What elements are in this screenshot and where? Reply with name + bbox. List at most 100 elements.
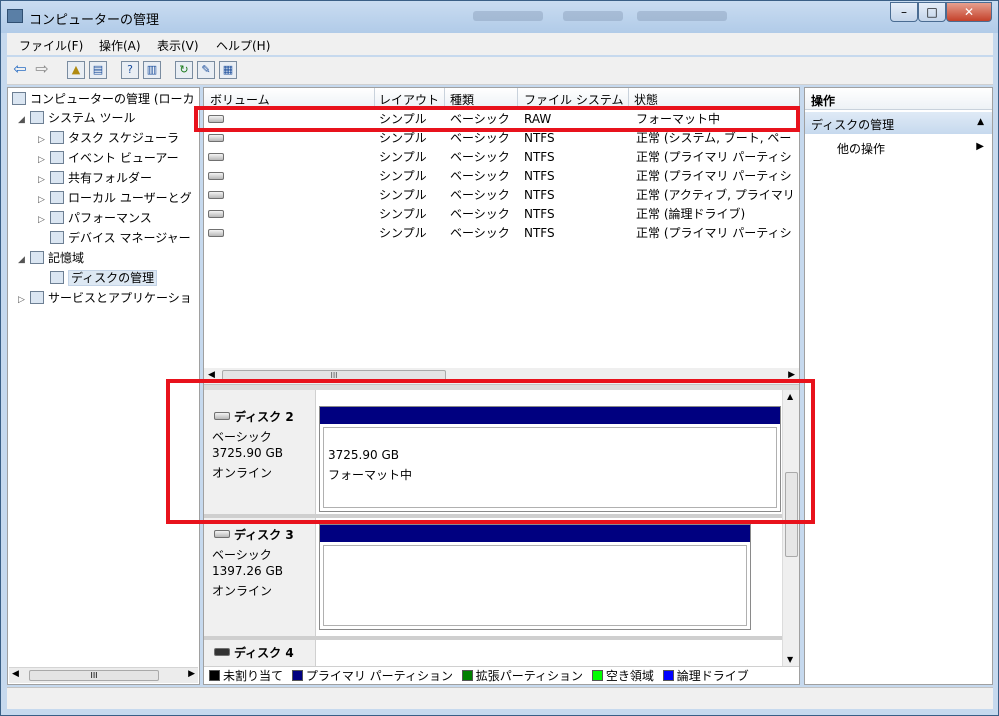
actions-section-disk-management[interactable]: ディスクの管理 ▲	[805, 112, 992, 134]
shared-folder-icon	[50, 171, 64, 184]
tree-item-storage[interactable]: ◢ 記憶域	[18, 249, 84, 267]
actions-pane: 操作 ディスクの管理 ▲ 他の操作 ▶	[804, 87, 993, 685]
scroll-left-icon[interactable]: ◀	[12, 669, 19, 679]
volume-file-system: NTFS	[524, 226, 555, 240]
services-icon	[30, 291, 44, 304]
status-bar	[7, 687, 993, 709]
blurred-title-text	[563, 11, 623, 21]
submenu-arrow-icon[interactable]: ▶	[976, 141, 984, 152]
menu-action[interactable]: 操作(A)	[99, 37, 141, 54]
scroll-right-icon[interactable]: ▶	[188, 669, 195, 679]
volume-file-system: NTFS	[524, 188, 555, 202]
disk-status: オンライン	[212, 584, 273, 598]
tree-item-performance[interactable]: ▷ パフォーマンス	[38, 209, 152, 227]
scroll-down-icon[interactable]: ▼	[787, 655, 793, 664]
expand-arrow-icon[interactable]: ▷	[38, 211, 50, 229]
up-folder-icon[interactable]: ▲	[67, 61, 85, 79]
refresh-icon[interactable]: ↻	[175, 61, 193, 79]
close-button[interactable]: ✕	[946, 2, 992, 22]
volume-status: 正常 (プライマリ パーティシ	[636, 150, 792, 164]
event-viewer-icon	[50, 151, 64, 164]
disk-management-icon	[50, 271, 64, 284]
legend-label: 拡張パーティション	[475, 669, 584, 683]
maximize-button[interactable]: □	[918, 2, 946, 22]
collapse-up-icon[interactable]: ▲	[977, 117, 984, 127]
tree-horizontal-scrollbar[interactable]: ◀ III ▶	[9, 667, 198, 683]
extended-partition-swatch	[461, 670, 473, 681]
disk-3-partition[interactable]	[319, 524, 751, 630]
volume-row[interactable]: シンプル ベーシック NTFS 正常 (プライマリ パーティシ	[204, 148, 799, 167]
partition-legend: 未割り当て プライマリ パーティション 拡張パーティション 空き領域 論理ドライ…	[204, 666, 799, 684]
volume-row[interactable]: シンプル ベーシック NTFS 正常 (プライマリ パーティシ	[204, 224, 799, 243]
more-actions-item[interactable]: 他の操作	[837, 140, 885, 157]
tree-item-disk-management[interactable]: ディスクの管理	[50, 269, 158, 287]
title-bar[interactable]: コンピューターの管理 – □ ✕	[1, 1, 998, 33]
volume-status: 正常 (プライマリ パーティシ	[636, 226, 792, 240]
actions-header: 操作	[805, 88, 992, 110]
drive-icon	[208, 172, 224, 180]
legend-label: プライマリ パーティション	[305, 669, 453, 683]
disk-4-label[interactable]: ディスク 4	[204, 640, 316, 666]
expand-arrow-icon[interactable]: ▷	[18, 291, 30, 309]
expand-arrow-icon[interactable]: ▷	[38, 191, 50, 209]
menu-view[interactable]: 表示(V)	[157, 37, 199, 54]
computer-icon	[12, 92, 26, 105]
tree-item-task-scheduler[interactable]: ▷ タスク スケジューラ	[38, 129, 179, 147]
back-arrow-icon[interactable]: ⇦	[11, 61, 29, 79]
partition-content	[323, 545, 747, 626]
performance-icon	[50, 211, 64, 224]
forward-arrow-icon[interactable]: ⇨	[33, 61, 51, 79]
volume-row[interactable]: シンプル ベーシック NTFS 正常 (論理ドライブ)	[204, 205, 799, 224]
computer-management-window: コンピューターの管理 – □ ✕ ファイル(F) 操作(A) 表示(V) ヘルプ…	[0, 0, 999, 716]
collapse-arrow-icon[interactable]: ◢	[18, 251, 30, 269]
disk-icon	[214, 648, 230, 656]
tree-item-device-manager[interactable]: デバイス マネージャー	[50, 229, 191, 247]
menu-help[interactable]: ヘルプ(H)	[216, 37, 270, 54]
scroll-thumb[interactable]: III	[29, 670, 159, 681]
volume-file-system: NTFS	[524, 207, 555, 221]
actions-section-label: ディスクの管理	[811, 118, 895, 132]
volume-layout: シンプル	[379, 150, 427, 164]
toolbar: ⇦ ⇨ ▲ ▤ ? ▥ ↻ ✎ ▦	[7, 57, 993, 85]
logical-drive-swatch	[662, 670, 674, 681]
help-icon[interactable]: ?	[121, 61, 139, 79]
volume-status: 正常 (アクティブ, プライマリ	[636, 188, 795, 202]
expand-arrow-icon[interactable]: ▷	[38, 151, 50, 169]
collapse-arrow-icon[interactable]: ◢	[18, 111, 30, 129]
primary-partition-swatch	[291, 670, 303, 681]
tree-item-root[interactable]: コンピューターの管理 (ローカ	[12, 90, 195, 108]
tree-item-local-users[interactable]: ▷ ローカル ユーザーとグ	[38, 189, 192, 207]
disk-settings-icon[interactable]: ▦	[219, 61, 237, 79]
volume-type: ベーシック	[450, 169, 510, 183]
window-title: コンピューターの管理	[29, 13, 160, 28]
volume-list-header: ボリューム レイアウト 種類 ファイル システム 状態	[204, 88, 799, 108]
properties-icon[interactable]: ✎	[197, 61, 215, 79]
free-space-swatch	[591, 670, 603, 681]
disk-3-label[interactable]: ディスク 3 ベーシック 1397.26 GB オンライン	[204, 518, 316, 636]
volume-row[interactable]: シンプル ベーシック NTFS 正常 (プライマリ パーティシ	[204, 167, 799, 186]
more-actions-label: 他の操作	[837, 142, 886, 156]
tree-item-services-applications[interactable]: ▷ サービスとアプリケーショ	[18, 289, 192, 307]
show-hide-action-pane-icon[interactable]: ▥	[143, 61, 161, 79]
volume-row[interactable]: シンプル ベーシック NTFS 正常 (アクティブ, プライマリ	[204, 186, 799, 205]
volume-type: ベーシック	[450, 226, 510, 240]
volume-layout: シンプル	[379, 226, 427, 240]
volume-type: ベーシック	[450, 188, 510, 202]
expand-arrow-icon[interactable]: ▷	[38, 131, 50, 149]
expand-arrow-icon[interactable]: ▷	[38, 171, 50, 189]
disk-name: ディスク 3	[234, 528, 294, 542]
volume-type: ベーシック	[450, 150, 510, 164]
tree-item-system-tools[interactable]: ◢ システム ツール	[18, 109, 135, 127]
tree-item-shared-folders[interactable]: ▷ 共有フォルダー	[38, 169, 152, 187]
drive-icon	[208, 229, 224, 237]
volume-type: ベーシック	[450, 207, 510, 221]
menu-file[interactable]: ファイル(F)	[19, 37, 83, 54]
tree-item-event-viewer[interactable]: ▷ イベント ビューアー	[38, 149, 179, 167]
device-manager-icon	[50, 231, 64, 244]
drive-icon	[208, 153, 224, 161]
legend-label: 未割り当て	[223, 669, 284, 683]
drive-icon	[208, 210, 224, 218]
show-hide-tree-icon[interactable]: ▤	[89, 61, 107, 79]
minimize-button[interactable]: –	[890, 2, 918, 22]
highlight-disk-2	[166, 379, 815, 524]
